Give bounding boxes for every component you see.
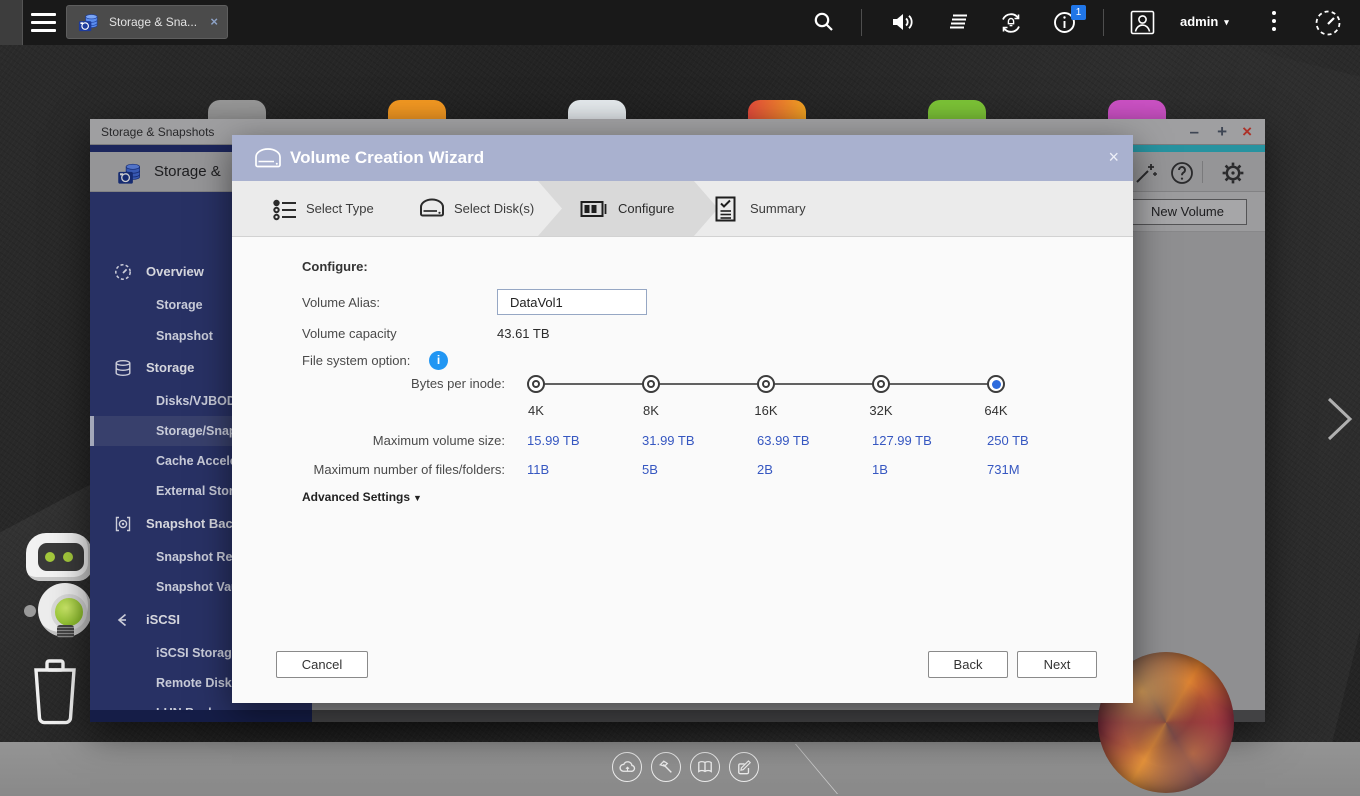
gauge-icon xyxy=(114,263,132,281)
window-minimize-button[interactable]: – xyxy=(1190,121,1199,143)
max-files-value: 731M xyxy=(987,462,1020,477)
settings-gear-icon[interactable] xyxy=(1220,160,1246,186)
notification-count-badge: 1 xyxy=(1071,5,1086,20)
taskbar-divider xyxy=(861,9,862,36)
myqnapcloud-icon[interactable] xyxy=(612,752,642,782)
advanced-settings-toggle[interactable]: Advanced Settings▼ xyxy=(302,490,422,504)
storage-snapshots-app-icon xyxy=(77,11,100,34)
volume-alias-label: Volume Alias: xyxy=(302,295,380,310)
select-disks-icon xyxy=(418,197,446,221)
tab-label: Storage & Sna... xyxy=(109,15,197,29)
search-icon[interactable] xyxy=(812,10,836,34)
max-volume-value: 31.99 TB xyxy=(642,433,695,448)
max-files-value: 1B xyxy=(872,462,888,477)
configure-volume-icon xyxy=(580,200,608,218)
taskbar-divider xyxy=(1103,9,1104,36)
inode-option-label: 16K xyxy=(736,403,796,418)
more-options-icon[interactable] xyxy=(1272,11,1278,35)
window-maximize-button[interactable]: + xyxy=(1217,121,1227,143)
window-bottom-edge xyxy=(90,710,1265,722)
iscsi-icon xyxy=(114,611,132,629)
chevron-down-icon: ▼ xyxy=(413,493,422,503)
max-volume-size-label: Maximum volume size: xyxy=(302,433,505,448)
next-button[interactable]: Next xyxy=(1017,651,1097,678)
external-device-sync-icon[interactable] xyxy=(998,10,1024,36)
inode-option-label: 8K xyxy=(621,403,681,418)
max-files-value: 2B xyxy=(757,462,773,477)
inode-option-label: 32K xyxy=(851,403,911,418)
qbot-head xyxy=(26,533,92,581)
advanced-settings-label: Advanced Settings xyxy=(302,490,410,504)
inode-stop-32k[interactable] xyxy=(872,375,890,393)
taskbar-tab-storage-snapshots[interactable]: Storage & Sna... × xyxy=(66,5,228,39)
wizard-steps-bar: Select Type Select Disk(s) xyxy=(232,181,1133,237)
inode-stop-4k[interactable] xyxy=(527,375,545,393)
desktop: Storage & Sna... × xyxy=(0,0,1360,796)
inode-stop-64k-selected[interactable] xyxy=(987,375,1005,393)
help-icon[interactable] xyxy=(1169,160,1195,186)
documentation-book-icon[interactable] xyxy=(690,752,720,782)
max-volume-value: 15.99 TB xyxy=(527,433,580,448)
disks-icon xyxy=(114,359,132,377)
cancel-button[interactable]: Cancel xyxy=(276,651,368,678)
max-files-label: Maximum number of files/folders: xyxy=(302,462,505,477)
bytes-per-inode-label: Bytes per inode: xyxy=(302,376,505,391)
smart-wizard-wand-icon[interactable] xyxy=(1133,160,1159,186)
inode-stop-16k[interactable] xyxy=(757,375,775,393)
window-close-button[interactable]: × xyxy=(1242,121,1252,143)
inode-option-label: 64K xyxy=(966,403,1026,418)
select-type-list-icon xyxy=(272,197,298,223)
volume-capacity-label: Volume capacity xyxy=(302,326,397,341)
tab-close-icon[interactable]: × xyxy=(210,14,218,29)
configure-form: Configure: Volume Alias: Volume capacity… xyxy=(232,237,1133,651)
max-files-value: 5B xyxy=(642,462,658,477)
snapshot-backup-icon xyxy=(114,515,132,533)
user-avatar-icon[interactable] xyxy=(1130,10,1155,35)
volume-disk-icon xyxy=(254,148,282,169)
chevron-down-icon: ▾ xyxy=(1224,17,1229,27)
max-volume-value: 63.99 TB xyxy=(757,433,810,448)
form-heading: Configure: xyxy=(302,259,368,274)
back-button[interactable]: Back xyxy=(928,651,1008,678)
next-desktop-chevron-icon[interactable] xyxy=(1326,396,1354,442)
background-tasks-icon[interactable] xyxy=(946,10,970,34)
volume-capacity-value: 43.61 TB xyxy=(497,326,550,341)
max-volume-value: 127.99 TB xyxy=(872,433,932,448)
utilities-hammer-icon[interactable] xyxy=(651,752,681,782)
volume-creation-wizard-dialog: Volume Creation Wizard × Select Type xyxy=(232,135,1133,703)
user-menu[interactable]: admin ▾ xyxy=(1180,14,1229,29)
max-files-value: 11B xyxy=(527,462,549,477)
dialog-close-icon[interactable]: × xyxy=(1108,146,1119,168)
dialog-titlebar: Volume Creation Wizard × xyxy=(232,135,1133,181)
main-menu-icon[interactable] xyxy=(31,13,56,32)
recycle-bin-icon[interactable] xyxy=(26,658,84,726)
volume-alias-input[interactable] xyxy=(497,289,647,315)
inode-option-label: 4K xyxy=(506,403,566,418)
info-icon[interactable]: i xyxy=(429,351,448,370)
feedback-note-icon[interactable] xyxy=(729,752,759,782)
user-name: admin xyxy=(1180,14,1218,29)
dialog-title: Volume Creation Wizard xyxy=(290,135,484,181)
inode-stop-8k[interactable] xyxy=(642,375,660,393)
header-divider xyxy=(1202,161,1203,183)
qbot-body xyxy=(38,583,92,637)
taskbar-corner-tile xyxy=(0,0,23,45)
volume-icon[interactable] xyxy=(890,10,916,34)
app-name: Storage & xyxy=(154,152,221,192)
window-title: Storage & Snapshots xyxy=(101,125,214,139)
taskbar: Storage & Sna... × xyxy=(0,0,1360,45)
new-volume-button[interactable]: New Volume xyxy=(1128,199,1247,225)
summary-checklist-icon xyxy=(714,195,738,223)
dashboard-gauge-icon[interactable] xyxy=(1313,8,1343,38)
file-system-option-label: File system option: xyxy=(302,353,410,368)
storage-snapshots-app-icon xyxy=(116,160,143,187)
desktop-dock xyxy=(612,752,759,782)
max-volume-value: 250 TB xyxy=(987,433,1029,448)
